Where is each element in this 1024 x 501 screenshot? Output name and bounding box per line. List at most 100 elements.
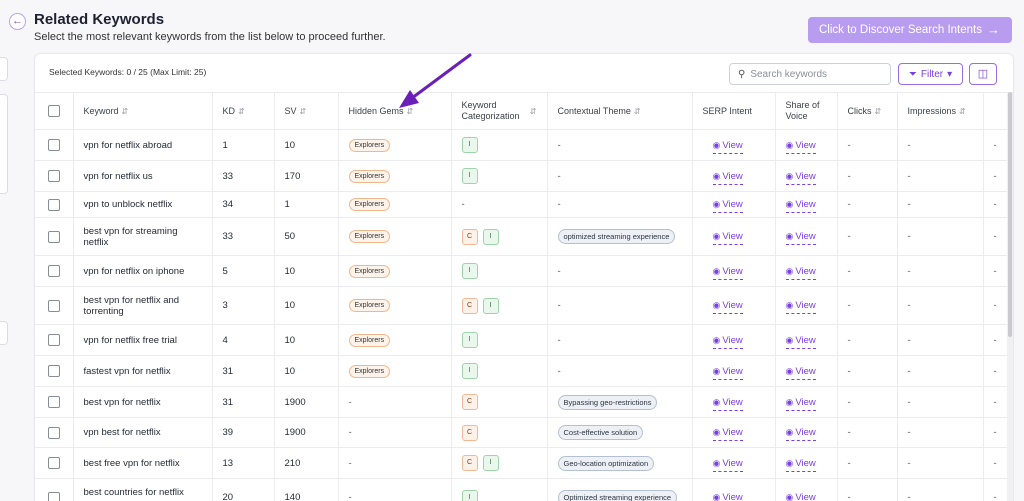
row-checkbox[interactable] [47,426,60,439]
table-row[interactable]: best free vpn for netflix 13 210- C I Geo-loc… [35,447,1013,479]
impressions-cell: - [897,286,984,325]
row-checkbox[interactable] [47,139,60,151]
select-all-checkbox[interactable] [47,105,60,117]
row-checkbox[interactable] [47,170,60,182]
serp-view-link[interactable]: ◉ View [712,199,743,213]
share-of-voice-view-link[interactable]: ◉ View [785,396,816,411]
table-row[interactable]: vpn for netflix abroad 1 10 Explorers I - ◉ Vie… [35,129,1013,161]
impressions-cell: - [897,217,984,256]
hidden-gem-badge: Explorers [348,230,391,243]
eye-icon: ◉ [712,492,721,501]
serp-view-link[interactable]: ◉ View [712,457,743,472]
impressions-cell: - [897,191,984,218]
intent-tag: C [461,424,478,441]
theme-cell: - [547,355,693,387]
eye-icon: ◉ [785,365,794,376]
row-checkbox[interactable] [47,365,60,377]
chevron-down-icon: ▾ [947,68,953,80]
share-of-voice-view-link[interactable]: ◉ View [785,139,816,154]
selected-count: Selected Keywords: 0 / 25 (Max Limit: 25… [49,67,207,77]
col-sv[interactable]: SV ⇵ [274,92,339,130]
share-of-voice-cell: ◉ View [775,217,838,256]
table-row[interactable]: vpn for netflix free trial 4 10 Explorers I -… [35,324,1013,356]
col-hidden-gems[interactable]: Hidden Gems ⇵ [338,92,452,130]
share-of-voice-view-link[interactable]: ◉ View [785,265,816,280]
rail-item[interactable] [0,321,8,345]
theme-empty: - [557,170,561,182]
table-row[interactable]: vpn to unblock netflix 34 1 Explorers - - ◉ Vie… [35,191,1013,218]
col-theme[interactable]: Contextual Theme ⇵ [547,92,693,130]
filter-label: Filter [920,68,944,80]
row-checkbox[interactable] [47,396,60,408]
table-row[interactable]: vpn for netflix us 33 170 Explorers I - ◉ View ◉… [35,160,1013,192]
columns-layout-button[interactable]: ◫ [969,63,997,85]
share-of-voice-view-link[interactable]: ◉ View [785,300,816,314]
discover-search-intents-button[interactable]: Click to Discover Search Intents → [808,17,1012,43]
serp-view-link[interactable]: ◉ View [712,492,743,501]
serp-view-link[interactable]: ◉ View [712,334,743,349]
serp-view-link[interactable]: ◉ View [712,265,743,280]
table-row[interactable]: vpn for netflix on iphone 5 10 Explorers I - ◉… [35,255,1013,287]
hidden-gem-empty: - [348,492,352,501]
sv-cell: 1 [274,191,339,218]
eye-icon: ◉ [712,199,721,209]
col-keyword[interactable]: Keyword ⇵ [73,92,213,130]
rail-item[interactable] [0,94,8,194]
intent-tag: I [461,137,478,153]
col-serp-intent: SERP Intent [692,92,776,130]
serp-view-link[interactable]: ◉ View [712,170,743,185]
serp-view-link[interactable]: ◉ View [712,365,743,380]
vertical-scrollbar[interactable] [1007,92,1013,501]
keyword-cell: best countries for netflix vpn [73,478,213,501]
share-of-voice-cell: ◉ View [775,191,838,218]
share-of-voice-view-link[interactable]: ◉ View [785,457,816,472]
categorization-cell: I [451,129,548,161]
row-checkbox[interactable] [47,491,60,501]
share-of-voice-view-link[interactable]: ◉ View [785,334,816,349]
rail-item[interactable] [0,57,8,81]
page-subtitle: Select the most relevant keywords from t… [34,31,386,43]
categorization-cell: I [451,255,548,287]
serp-view-link[interactable]: ◉ View [712,396,743,411]
share-of-voice-view-link[interactable]: ◉ View [785,365,816,380]
keywords-panel: Selected Keywords: 0 / 25 (Max Limit: 25… [34,53,1014,501]
serp-view-link[interactable]: ◉ View [712,300,743,314]
serp-view-link[interactable]: ◉ View [712,427,743,441]
serp-view-link[interactable]: ◉ View [712,139,743,154]
eye-icon: ◉ [712,334,721,345]
table-row[interactable]: best countries for netflix vpn20140-IOpt… [35,478,1013,501]
share-of-voice-view-link[interactable]: ◉ View [785,170,816,185]
col-clicks[interactable]: Clicks ⇵ [837,92,898,130]
col-categorization[interactable]: Keyword Categorization ⇵ [451,92,548,130]
row-checkbox[interactable] [47,334,60,346]
keyword-cell: best vpn for netflix and torrenting [73,286,213,325]
col-kd[interactable]: KD ⇵ [212,92,275,130]
row-checkbox[interactable] [47,198,60,211]
table-row[interactable]: fastest vpn for netflix 31 10 Explorers I - ◉ V… [35,355,1013,387]
share-of-voice-view-link[interactable]: ◉ View [785,199,816,213]
search-input[interactable]: ⚲ Search keywords [729,63,891,85]
table-row[interactable]: best vpn for streaming netflix 33 50 Explor… [35,217,1013,256]
share-of-voice-view-link[interactable]: ◉ View [785,427,816,441]
table-row[interactable]: best vpn for netflix and torrenting 3 10 Ex… [35,286,1013,325]
serp-intent-cell: ◉ View [692,255,776,287]
row-checkbox[interactable] [47,265,60,277]
categorization-cell: - [451,191,548,218]
kd-cell: 13 [212,447,275,479]
hidden-gems-cell: - [338,386,452,418]
back-arrow-icon[interactable]: ← [9,13,26,30]
row-checkbox[interactable] [47,457,60,469]
serp-view-link[interactable]: ◉ View [712,231,743,245]
row-checkbox[interactable] [47,230,60,243]
table-row[interactable]: best vpn for netflix 31 1900- C Bypassing ge… [35,386,1013,418]
theme-cell: Optimized streaming experience [547,478,693,501]
share-of-voice-view-link[interactable]: ◉ View [785,492,816,501]
row-checkbox[interactable] [47,299,60,312]
serp-intent-cell: ◉ View [692,286,776,325]
share-of-voice-view-link[interactable]: ◉ View [785,231,816,245]
keyword-cell: best vpn for streaming netflix [73,217,213,256]
share-of-voice-cell: ◉ View [775,255,838,287]
col-impressions[interactable]: Impressions ⇵ [897,92,984,130]
filter-button[interactable]: ⏷ Filter ▾ [898,63,963,85]
table-row[interactable]: vpn best for netflix 39 1900- C Cost-effecti… [35,417,1013,448]
